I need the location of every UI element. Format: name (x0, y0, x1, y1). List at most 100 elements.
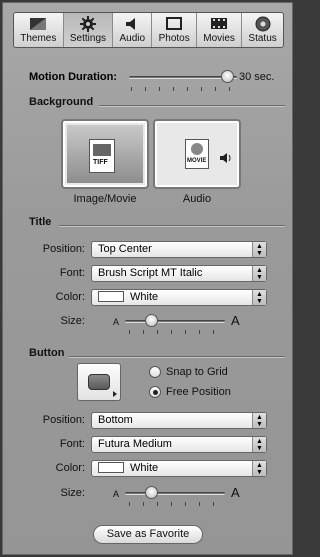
popup-arrows-icon: ▲ ▼ (252, 413, 266, 428)
motion-duration-label: Motion Duration: (29, 71, 117, 83)
tick (199, 502, 200, 506)
color-swatch (98, 462, 124, 473)
title-font-popup[interactable]: Brush Script MT Italic ▲ ▼ (91, 265, 267, 282)
tick (159, 87, 160, 91)
tick (145, 87, 146, 91)
title-section-title: Title (29, 216, 52, 228)
disc-icon (255, 15, 271, 32)
movie-badge: MOVIE (187, 158, 207, 164)
tick (199, 330, 200, 334)
button-color-value: White (130, 462, 159, 474)
tick (213, 330, 214, 334)
tab-label: Settings (69, 33, 107, 44)
tab-label: Status (248, 33, 277, 44)
button-font-popup[interactable]: Futura Medium ▲ ▼ (91, 436, 267, 453)
image-movie-well[interactable]: TIFF (61, 119, 149, 189)
popup-arrows-icon: ▲ ▼ (252, 266, 266, 281)
tick (185, 502, 186, 506)
motion-duration-slider[interactable] (221, 70, 234, 83)
file-thumbnail (93, 144, 111, 156)
title-position-value: Top Center (98, 243, 152, 255)
popup-arrows-icon: ▲ ▼ (252, 461, 266, 476)
tab-themes[interactable]: Themes (14, 13, 64, 47)
settings-panel: Themes Settings Audio Photos Movies Stat… (2, 2, 293, 555)
size-small-a: A (113, 489, 120, 499)
tab-label: Themes (20, 33, 57, 44)
film-icon (210, 15, 228, 32)
tiff-badge: TIFF (93, 159, 108, 166)
button-color-popup[interactable]: White ▲ ▼ (91, 460, 267, 477)
motion-duration-value: 30 sec. (239, 71, 275, 83)
divider (59, 225, 285, 226)
button-position-value: Bottom (98, 414, 133, 426)
tick (143, 502, 144, 506)
color-swatch (98, 291, 124, 302)
menu-triangle-icon (113, 391, 117, 397)
popup-arrows-icon: ▲ ▼ (252, 242, 266, 257)
divider (69, 356, 285, 357)
divider (99, 105, 285, 106)
tick (201, 87, 202, 91)
title-position-label: Position: (42, 243, 85, 255)
button-font-label: Font: (59, 438, 85, 450)
tab-movies[interactable]: Movies (197, 13, 243, 47)
image-movie-caption: Image/Movie (73, 193, 137, 205)
speaker-icon (219, 151, 233, 168)
popup-arrows-icon: ▲ ▼ (252, 437, 266, 452)
tab-audio[interactable]: Audio (113, 13, 153, 47)
tab-photos[interactable]: Photos (152, 13, 197, 47)
popup-arrows-icon: ▲ ▼ (252, 290, 266, 305)
audio-caption: Audio (182, 193, 212, 205)
audio-well[interactable]: MOVIE (153, 119, 241, 189)
tick (213, 502, 214, 506)
button-size-label: Size: (60, 487, 85, 499)
tick (129, 330, 130, 334)
tab-label: Audio (119, 33, 146, 44)
button-font-value: Futura Medium (98, 438, 172, 450)
tick (131, 87, 132, 91)
gear-icon (79, 15, 96, 32)
tab-status[interactable]: Status (242, 13, 283, 47)
tick (171, 330, 172, 334)
tick (143, 330, 144, 334)
sky-image: TIFF (67, 125, 143, 183)
tiff-file-icon: TIFF (89, 139, 115, 173)
title-position-popup[interactable]: Top Center ▲ ▼ (91, 241, 267, 258)
background-section-title: Background (29, 96, 94, 108)
photos-icon (166, 15, 183, 32)
button-style-well[interactable] (77, 363, 121, 401)
button-section-title: Button (29, 347, 65, 359)
tab-label: Photos (158, 33, 190, 44)
title-size-label: Size: (60, 315, 85, 327)
size-small-a: A (113, 317, 120, 327)
movie-file-icon: MOVIE (185, 139, 209, 169)
tick (171, 502, 172, 506)
button-size-track (125, 492, 225, 495)
tick (157, 502, 158, 506)
title-color-value: White (130, 291, 159, 303)
save-as-favorite-button[interactable]: Save as Favorite (93, 525, 203, 544)
button-position-popup[interactable]: Bottom ▲ ▼ (91, 412, 267, 429)
title-font-value: Brush Script MT Italic (98, 267, 203, 279)
speaker-icon (125, 15, 139, 32)
button-shape-preview (88, 374, 110, 390)
tick (229, 87, 230, 91)
toolbar: Themes Settings Audio Photos Movies Stat… (13, 12, 284, 48)
snap-to-grid-radio[interactable] (149, 366, 161, 378)
free-position-label: Free Position (166, 386, 231, 398)
size-large-a: A (231, 485, 240, 500)
snap-to-grid-label: Snap to Grid (166, 366, 228, 378)
title-color-popup[interactable]: White ▲ ▼ (91, 289, 267, 306)
themes-icon (29, 15, 47, 32)
button-position-label: Position: (42, 414, 85, 426)
tick (185, 330, 186, 334)
free-position-radio[interactable] (149, 386, 161, 398)
tick (129, 502, 130, 506)
tick (173, 87, 174, 91)
file-thumbnail (191, 143, 203, 155)
tab-settings[interactable]: Settings (63, 13, 114, 47)
button-size-slider[interactable] (145, 486, 158, 499)
tick (157, 330, 158, 334)
size-large-a: A (231, 313, 240, 328)
title-size-slider[interactable] (145, 314, 158, 327)
